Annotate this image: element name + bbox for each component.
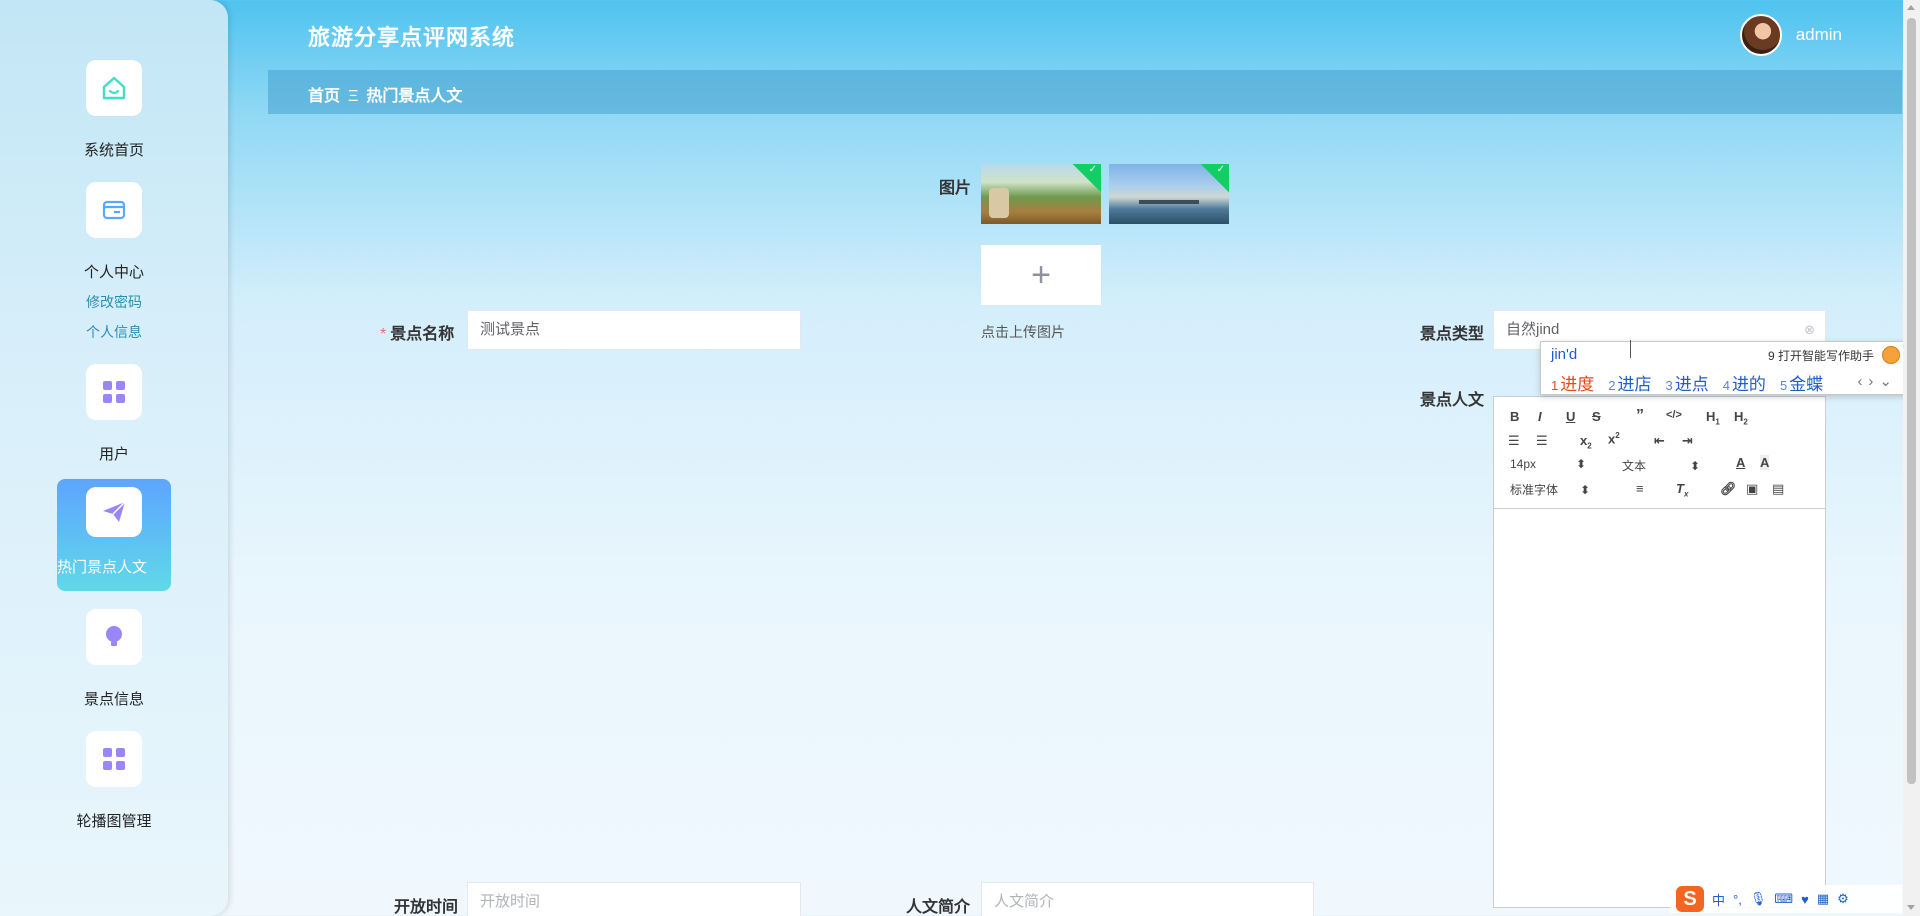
upload-hint: 点击上传图片 — [981, 324, 1065, 340]
text-cursor-icon — [1630, 340, 1631, 358]
check-icon: ✓ — [1088, 164, 1097, 175]
text-color-icon[interactable]: A — [1736, 455, 1745, 470]
check-icon: ✓ — [1216, 164, 1225, 175]
superscript-icon[interactable]: x2 — [1608, 431, 1620, 446]
font-family-select[interactable]: 标准字体 ⬍ — [1510, 481, 1590, 498]
code-block-icon[interactable]: </> — [1666, 409, 1682, 421]
outdent-icon[interactable]: ⇤ — [1654, 433, 1665, 449]
scroll-up-icon[interactable] — [1907, 5, 1915, 10]
underline-icon[interactable]: U — [1566, 409, 1575, 424]
intro-input[interactable]: 人文简介 — [981, 882, 1314, 916]
sidebar-link-change-password[interactable]: 修改密码 — [0, 292, 228, 312]
header-2-icon[interactable]: H2 — [1734, 409, 1748, 427]
send-icon — [86, 487, 142, 537]
clear-format-icon[interactable]: Tx — [1676, 481, 1688, 499]
sidebar-item-label: 热门景点人文 — [57, 559, 148, 576]
sidebar: 系统首页 个人中心 修改密码 个人信息 用户 热门景点人文 景点信息 轮播图管理 — [0, 0, 228, 916]
blockquote-icon[interactable]: ” — [1636, 407, 1644, 425]
ime-mode-indicator[interactable]: 中 — [1712, 890, 1725, 909]
scenic-name-label: * 景点名称 — [380, 326, 455, 343]
rich-text-editor[interactable]: B I U S ” </> H1 H2 ☰ ☰ x2 x2 ⇤ ⇥ 14px ⬍ … — [1493, 396, 1826, 908]
ime-writing-assistant[interactable]: 9 打开智能写作助手 — [1768, 347, 1874, 364]
username[interactable]: admin — [1796, 25, 1842, 45]
scenic-culture-label: 景点人文 — [1420, 392, 1485, 409]
sidebar-item-scenic-info[interactable]: 景点信息 — [0, 609, 228, 709]
grid-icon — [86, 364, 142, 420]
uploaded-image-2[interactable]: ✓ — [1109, 164, 1229, 224]
uploaded-image-1[interactable]: ✓ — [981, 164, 1101, 224]
background-color-icon[interactable]: A — [1760, 455, 1770, 470]
bold-icon[interactable]: B — [1510, 409, 1519, 424]
required-mark: * — [380, 326, 387, 343]
align-icon[interactable]: ≡ — [1636, 481, 1644, 496]
scroll-down-icon[interactable] — [1907, 905, 1915, 910]
intro-label: 人文简介 — [906, 899, 971, 916]
page-scrollbar[interactable] — [1903, 0, 1920, 916]
sogou-logo-icon[interactable]: S — [1676, 886, 1704, 912]
bullet-list-icon[interactable]: ☰ — [1536, 433, 1548, 449]
avatar[interactable] — [1739, 14, 1782, 56]
sidebar-item-label: 系统首页 — [83, 142, 144, 159]
link-icon[interactable]: 🔗︎ — [1720, 481, 1737, 497]
editor-toolbar: B I U S ” </> H1 H2 ☰ ☰ x2 x2 ⇤ ⇥ 14px ⬍ … — [1494, 397, 1825, 509]
image-icon[interactable]: ▣ — [1746, 481, 1758, 497]
breadcrumb-current: 热门景点人文 — [366, 88, 463, 105]
text-style-select[interactable]: 文本 ⬍ — [1622, 457, 1700, 474]
wallet-icon — [86, 182, 142, 238]
video-icon[interactable]: ▤ — [1772, 481, 1784, 497]
scrollbar-thumb[interactable] — [1907, 18, 1916, 784]
bulb-icon — [86, 609, 142, 665]
subscript-icon[interactable]: x2 — [1580, 433, 1592, 451]
sidebar-item-home[interactable]: 系统首页 — [0, 60, 228, 160]
ime-candidate-popup[interactable]: jin'd 9 打开智能写作助手 1 进度 2 进店 3 进点 4 进的 5 金蝶 ‹›⌄ — [1540, 341, 1907, 395]
italic-icon[interactable]: I — [1538, 409, 1542, 424]
home-icon — [86, 60, 142, 116]
user-menu[interactable]: admin — [1739, 14, 1842, 56]
ime-composition: jin'd — [1551, 346, 1578, 363]
emoji-icon[interactable] — [1882, 346, 1900, 364]
sidebar-item-label: 个人中心 — [83, 264, 144, 281]
upload-button[interactable]: + — [981, 245, 1101, 305]
breadcrumb: 首页 Ξ 热门景点人文 — [308, 82, 462, 106]
ime-page-arrows[interactable]: ‹›⌄ — [1857, 372, 1898, 390]
ime-candidate[interactable]: 4 进的 — [1723, 370, 1766, 395]
plus-icon: + — [1031, 255, 1051, 294]
breadcrumb-home[interactable]: 首页 — [308, 88, 340, 105]
sidebar-item-profile[interactable]: 个人中心 — [0, 182, 228, 282]
sidebar-link-personal-info[interactable]: 个人信息 — [0, 322, 228, 342]
grid-icon — [86, 731, 142, 787]
open-time-label: 开放时间 — [394, 899, 459, 916]
indent-icon[interactable]: ⇥ — [1682, 433, 1693, 449]
open-time-input[interactable]: 开放时间 — [467, 882, 801, 916]
sidebar-item-carousel[interactable]: 轮播图管理 — [0, 731, 228, 831]
ime-candidate[interactable]: 3 进点 — [1665, 370, 1708, 395]
ime-candidate[interactable]: 5 金蝶 — [1780, 370, 1823, 395]
sidebar-item-hot-scenic-culture[interactable]: 热门景点人文 — [57, 479, 171, 591]
ime-candidates: 1 进度 2 进店 3 进点 4 进的 5 金蝶 — [1551, 370, 1823, 395]
settings-icon[interactable]: ⚙︎ — [1837, 891, 1849, 907]
scenic-name-input[interactable]: 测试景点 — [467, 310, 801, 350]
ordered-list-icon[interactable]: ☰ — [1508, 433, 1520, 449]
breadcrumb-separator: Ξ — [348, 88, 359, 105]
scenic-type-label: 景点类型 — [1420, 326, 1485, 343]
ime-status-bar[interactable]: S 中 °, 🎙︎ ⌨︎ ♥ ▦ ⚙︎ — [1670, 885, 1902, 913]
sidebar-item-label: 用户 — [98, 446, 129, 463]
ime-candidate[interactable]: 1 进度 — [1551, 370, 1594, 395]
toolbox-icon[interactable]: ▦ — [1817, 891, 1829, 907]
strike-icon[interactable]: S — [1592, 409, 1601, 424]
ime-candidate[interactable]: 2 进店 — [1608, 370, 1651, 395]
breadcrumb-bar: 首页 Ξ 热门景点人文 — [268, 70, 1902, 114]
skin-icon[interactable]: ♥ — [1801, 892, 1809, 907]
punctuation-icon[interactable]: °, — [1733, 892, 1742, 907]
sidebar-item-label: 景点信息 — [83, 691, 144, 708]
picture-label: 图片 — [939, 180, 972, 197]
sidebar-item-users[interactable]: 用户 — [0, 364, 228, 464]
header-1-icon[interactable]: H1 — [1706, 409, 1720, 427]
font-size-select[interactable]: 14px ⬍ — [1510, 457, 1586, 471]
microphone-icon[interactable]: 🎙︎ — [1750, 891, 1767, 907]
keyboard-icon[interactable]: ⌨︎ — [1774, 891, 1793, 907]
system-title: 旅游分享点评网系统 — [308, 25, 516, 50]
sidebar-item-label: 轮播图管理 — [76, 813, 152, 830]
